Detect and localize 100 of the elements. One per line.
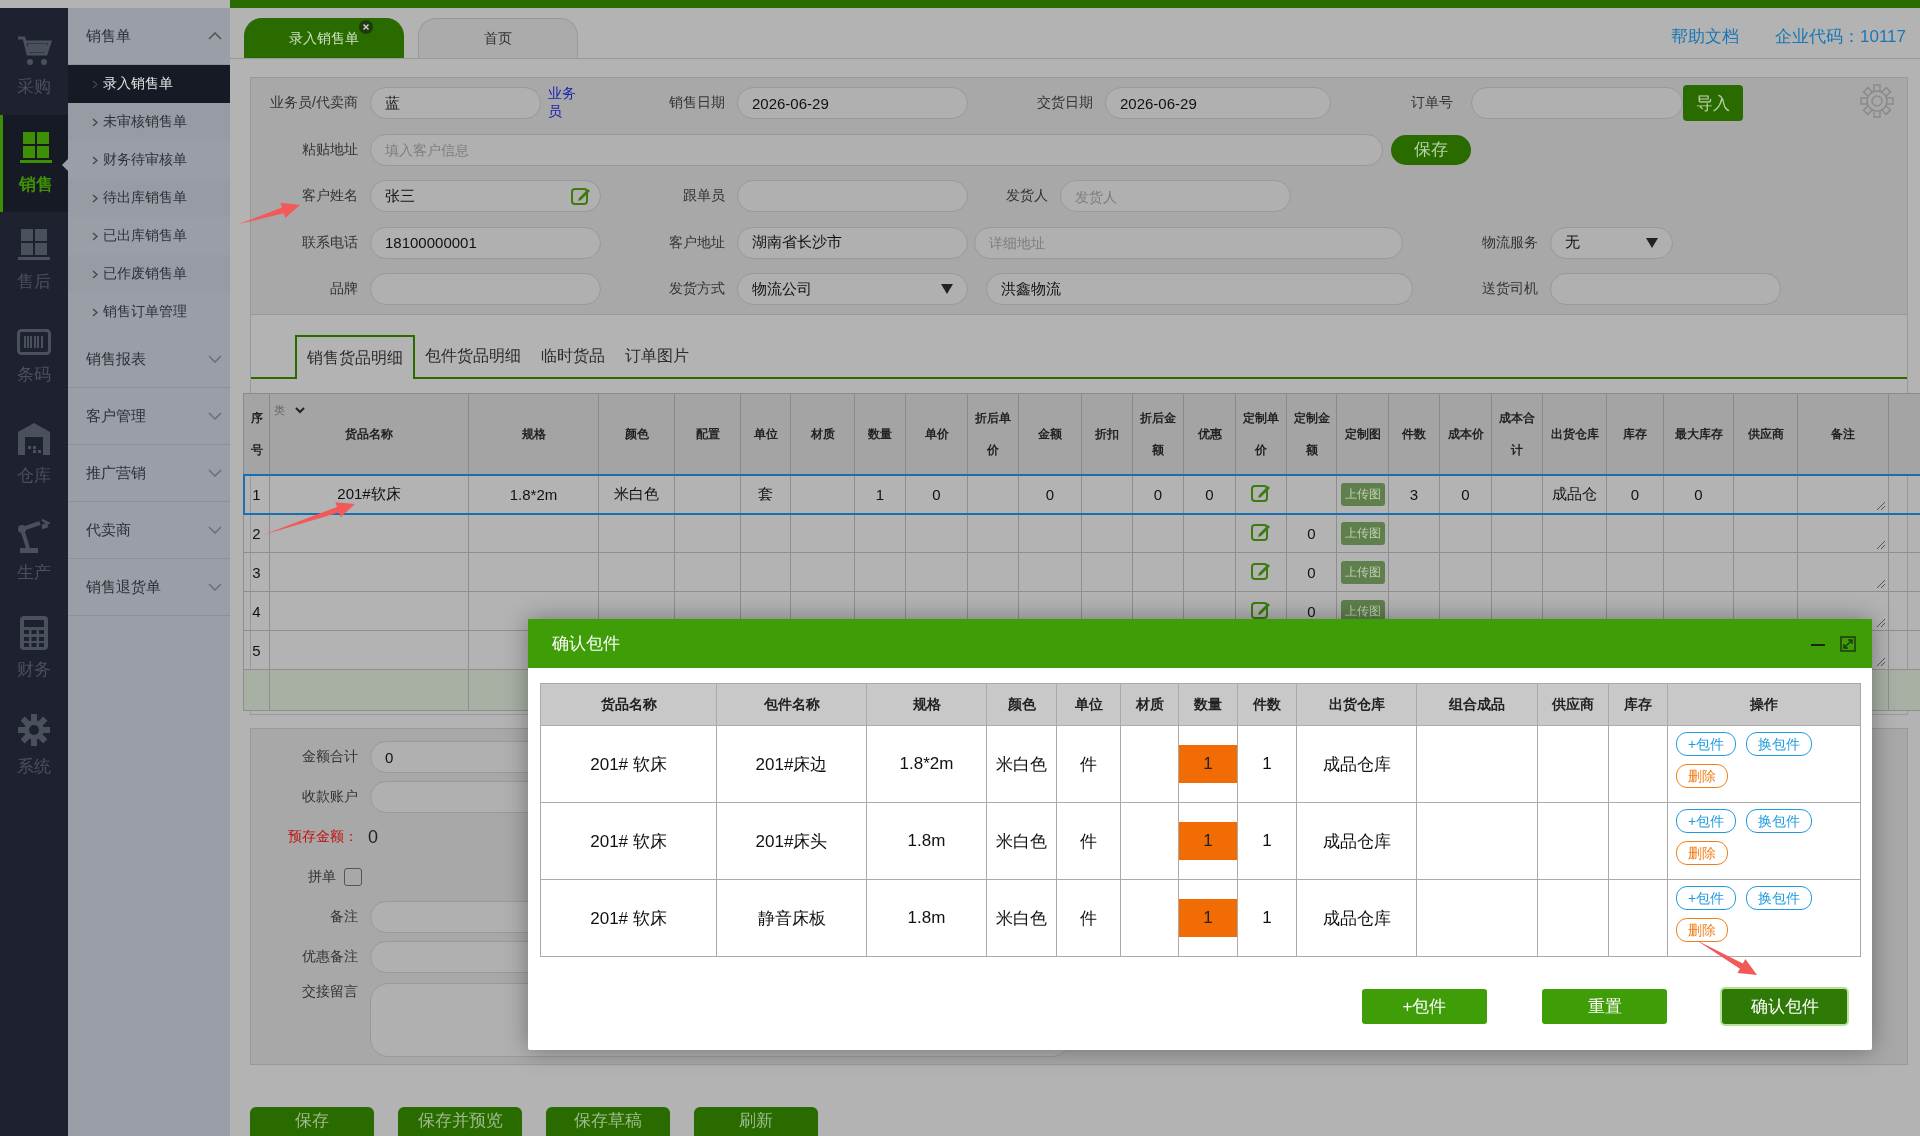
column-header: 库存 xyxy=(1606,393,1664,475)
upload-button[interactable]: 上传图 xyxy=(1340,482,1385,506)
column-header: 单位 xyxy=(740,393,791,475)
salesperson-link[interactable]: 业务员 xyxy=(548,85,588,122)
dialog-button[interactable]: 确认包件 xyxy=(1722,989,1847,1024)
cell-text: 1 xyxy=(252,485,261,503)
column-header: 材质 xyxy=(790,393,855,475)
quantity-field[interactable]: 1 xyxy=(1179,822,1237,860)
menu-group[interactable]: 销售退货单 xyxy=(68,559,230,616)
customer-name-field[interactable]: 张三 xyxy=(370,180,601,213)
upload-button[interactable]: 上传图 xyxy=(1340,560,1385,584)
column-header: 材质 xyxy=(1120,683,1179,726)
salesperson-field[interactable]: 蓝 xyxy=(370,87,541,120)
menu-group[interactable]: 客户管理 xyxy=(68,388,230,445)
field-label: 客户地址 xyxy=(668,233,725,252)
field-label: 送货司机 xyxy=(1481,280,1538,299)
cell-text: 0 xyxy=(932,485,941,503)
address-field[interactable]: 湖南省长沙市 xyxy=(737,226,968,259)
table-row[interactable]: 3 0 上传图 xyxy=(243,552,1920,592)
action-button[interactable]: 保存 xyxy=(250,1107,374,1136)
tab[interactable]: 销售货品明细 xyxy=(295,335,415,379)
tab[interactable]: 首页 xyxy=(418,18,578,58)
dialog-button[interactable]: +包件 xyxy=(1362,989,1487,1024)
column-header: 货品名称 类 xyxy=(269,393,469,475)
action-button[interactable]: 刷新 xyxy=(694,1107,818,1136)
logistics-select[interactable]: 无 xyxy=(1550,226,1673,259)
column-header: 规格 xyxy=(866,683,987,726)
column-header: 折扣 xyxy=(1081,393,1133,475)
rail-item[interactable]: 销售 xyxy=(0,115,68,212)
swap-part-button[interactable]: 换包件 xyxy=(1746,732,1813,756)
column-header: 定制金额 xyxy=(1286,393,1337,475)
column-header: 折后单价 xyxy=(967,393,1019,475)
table-row[interactable]: 2 0 上传图 xyxy=(243,513,1920,553)
field-label: 粘贴地址 xyxy=(301,140,358,159)
menu-item[interactable]: 销售订单管理 xyxy=(68,293,230,331)
delete-button[interactable]: 删除 xyxy=(1676,841,1728,865)
column-header: 配置 xyxy=(674,393,741,475)
column-header: 供应商 xyxy=(1733,393,1798,475)
carrier-field[interactable]: 洪鑫物流 xyxy=(986,273,1413,306)
save-button[interactable]: 保存 xyxy=(1391,134,1471,165)
cell-text: 201# 软床 xyxy=(590,831,667,851)
field-label: 拼单 xyxy=(307,868,336,886)
column-header: 库存 xyxy=(1608,683,1668,726)
cell-text: 件 xyxy=(1080,754,1097,774)
column-header: 成本合计 xyxy=(1491,393,1543,475)
column-header: 成本价 xyxy=(1439,393,1492,475)
add-part-button[interactable]: +包件 xyxy=(1676,732,1737,756)
cell-text: 套 xyxy=(758,484,773,502)
table-row[interactable]: 1 201#软床 1.8*2m 米白色 套 1 0 0 0 0 上传图 3 0 成品仓 0 0 xyxy=(243,474,1920,514)
column-header: 序号 xyxy=(243,393,270,475)
menu-group[interactable]: 代卖商 xyxy=(68,502,230,559)
menu-item[interactable]: 财务待审核单 xyxy=(68,141,230,179)
quantity-field[interactable]: 1 xyxy=(1179,745,1237,783)
column-header: 备注 xyxy=(1797,393,1889,475)
cell-text: 4 xyxy=(252,602,261,620)
delete-button[interactable]: 删除 xyxy=(1676,918,1728,942)
swap-part-button[interactable]: 换包件 xyxy=(1746,886,1813,910)
add-part-button[interactable]: +包件 xyxy=(1676,886,1737,910)
field-label: 金额合计 xyxy=(301,748,358,766)
tab[interactable]: 临时货品 xyxy=(531,335,615,377)
cell-text: 1 xyxy=(1262,908,1272,927)
column-header: 件数 xyxy=(1237,683,1297,726)
delete-button[interactable]: 删除 xyxy=(1676,764,1728,788)
action-button[interactable]: 保存并预览 xyxy=(398,1107,522,1136)
tab[interactable]: 订单图片 xyxy=(615,335,699,377)
menu-group[interactable]: 推广营销 xyxy=(68,445,230,502)
cell-text: 成品仓库 xyxy=(1322,908,1391,928)
prepaid-amount: 0 xyxy=(368,826,378,848)
field-label: 品牌 xyxy=(329,280,358,299)
column-header: 最大库存 xyxy=(1663,393,1734,475)
action-button[interactable]: 保存草稿 xyxy=(546,1107,670,1136)
cell-text: 1.8m xyxy=(907,908,946,927)
import-button[interactable]: 导入 xyxy=(1683,85,1743,122)
date-field[interactable]: 2026-06-29 xyxy=(737,87,968,120)
column-header: 出货仓库 xyxy=(1296,683,1417,726)
tab[interactable]: 录入销售单 xyxy=(244,18,404,58)
column-header: 出货仓库 xyxy=(1542,393,1607,475)
column-header: 件数 xyxy=(1388,393,1440,475)
phone-field[interactable]: 18100000001 xyxy=(370,226,601,259)
cell-text: 201# 软床 xyxy=(590,754,667,774)
menu-item[interactable]: 已出库销售单 xyxy=(68,217,230,255)
shipping-method-select[interactable]: 物流公司 xyxy=(737,273,968,306)
swap-part-button[interactable]: 换包件 xyxy=(1746,809,1813,833)
cell-text: 3 xyxy=(1409,485,1419,503)
field-label: 订单号 xyxy=(1410,94,1453,113)
cell-text: 1.8*2m xyxy=(899,754,954,773)
column-header: 货品名称 xyxy=(540,683,717,726)
upload-button[interactable]: 上传图 xyxy=(1340,521,1385,545)
column-header: 单价 xyxy=(905,393,968,475)
cell-text: 0 xyxy=(1045,485,1055,503)
field-label: 预存金额： xyxy=(287,828,358,846)
cell-text: 201# 软床 xyxy=(590,908,667,928)
date-field[interactable]: 2026-06-29 xyxy=(1105,87,1331,120)
menu-group[interactable]: 销售报表 xyxy=(68,331,230,388)
dialog-button[interactable]: 重置 xyxy=(1542,989,1667,1024)
tab[interactable]: 包件货品明细 xyxy=(415,335,531,377)
menu-item[interactable]: 录入销售单 xyxy=(68,65,230,103)
quantity-field[interactable]: 1 xyxy=(1179,899,1237,937)
add-part-button[interactable]: +包件 xyxy=(1676,809,1737,833)
cell-text: 0 xyxy=(1153,485,1163,503)
